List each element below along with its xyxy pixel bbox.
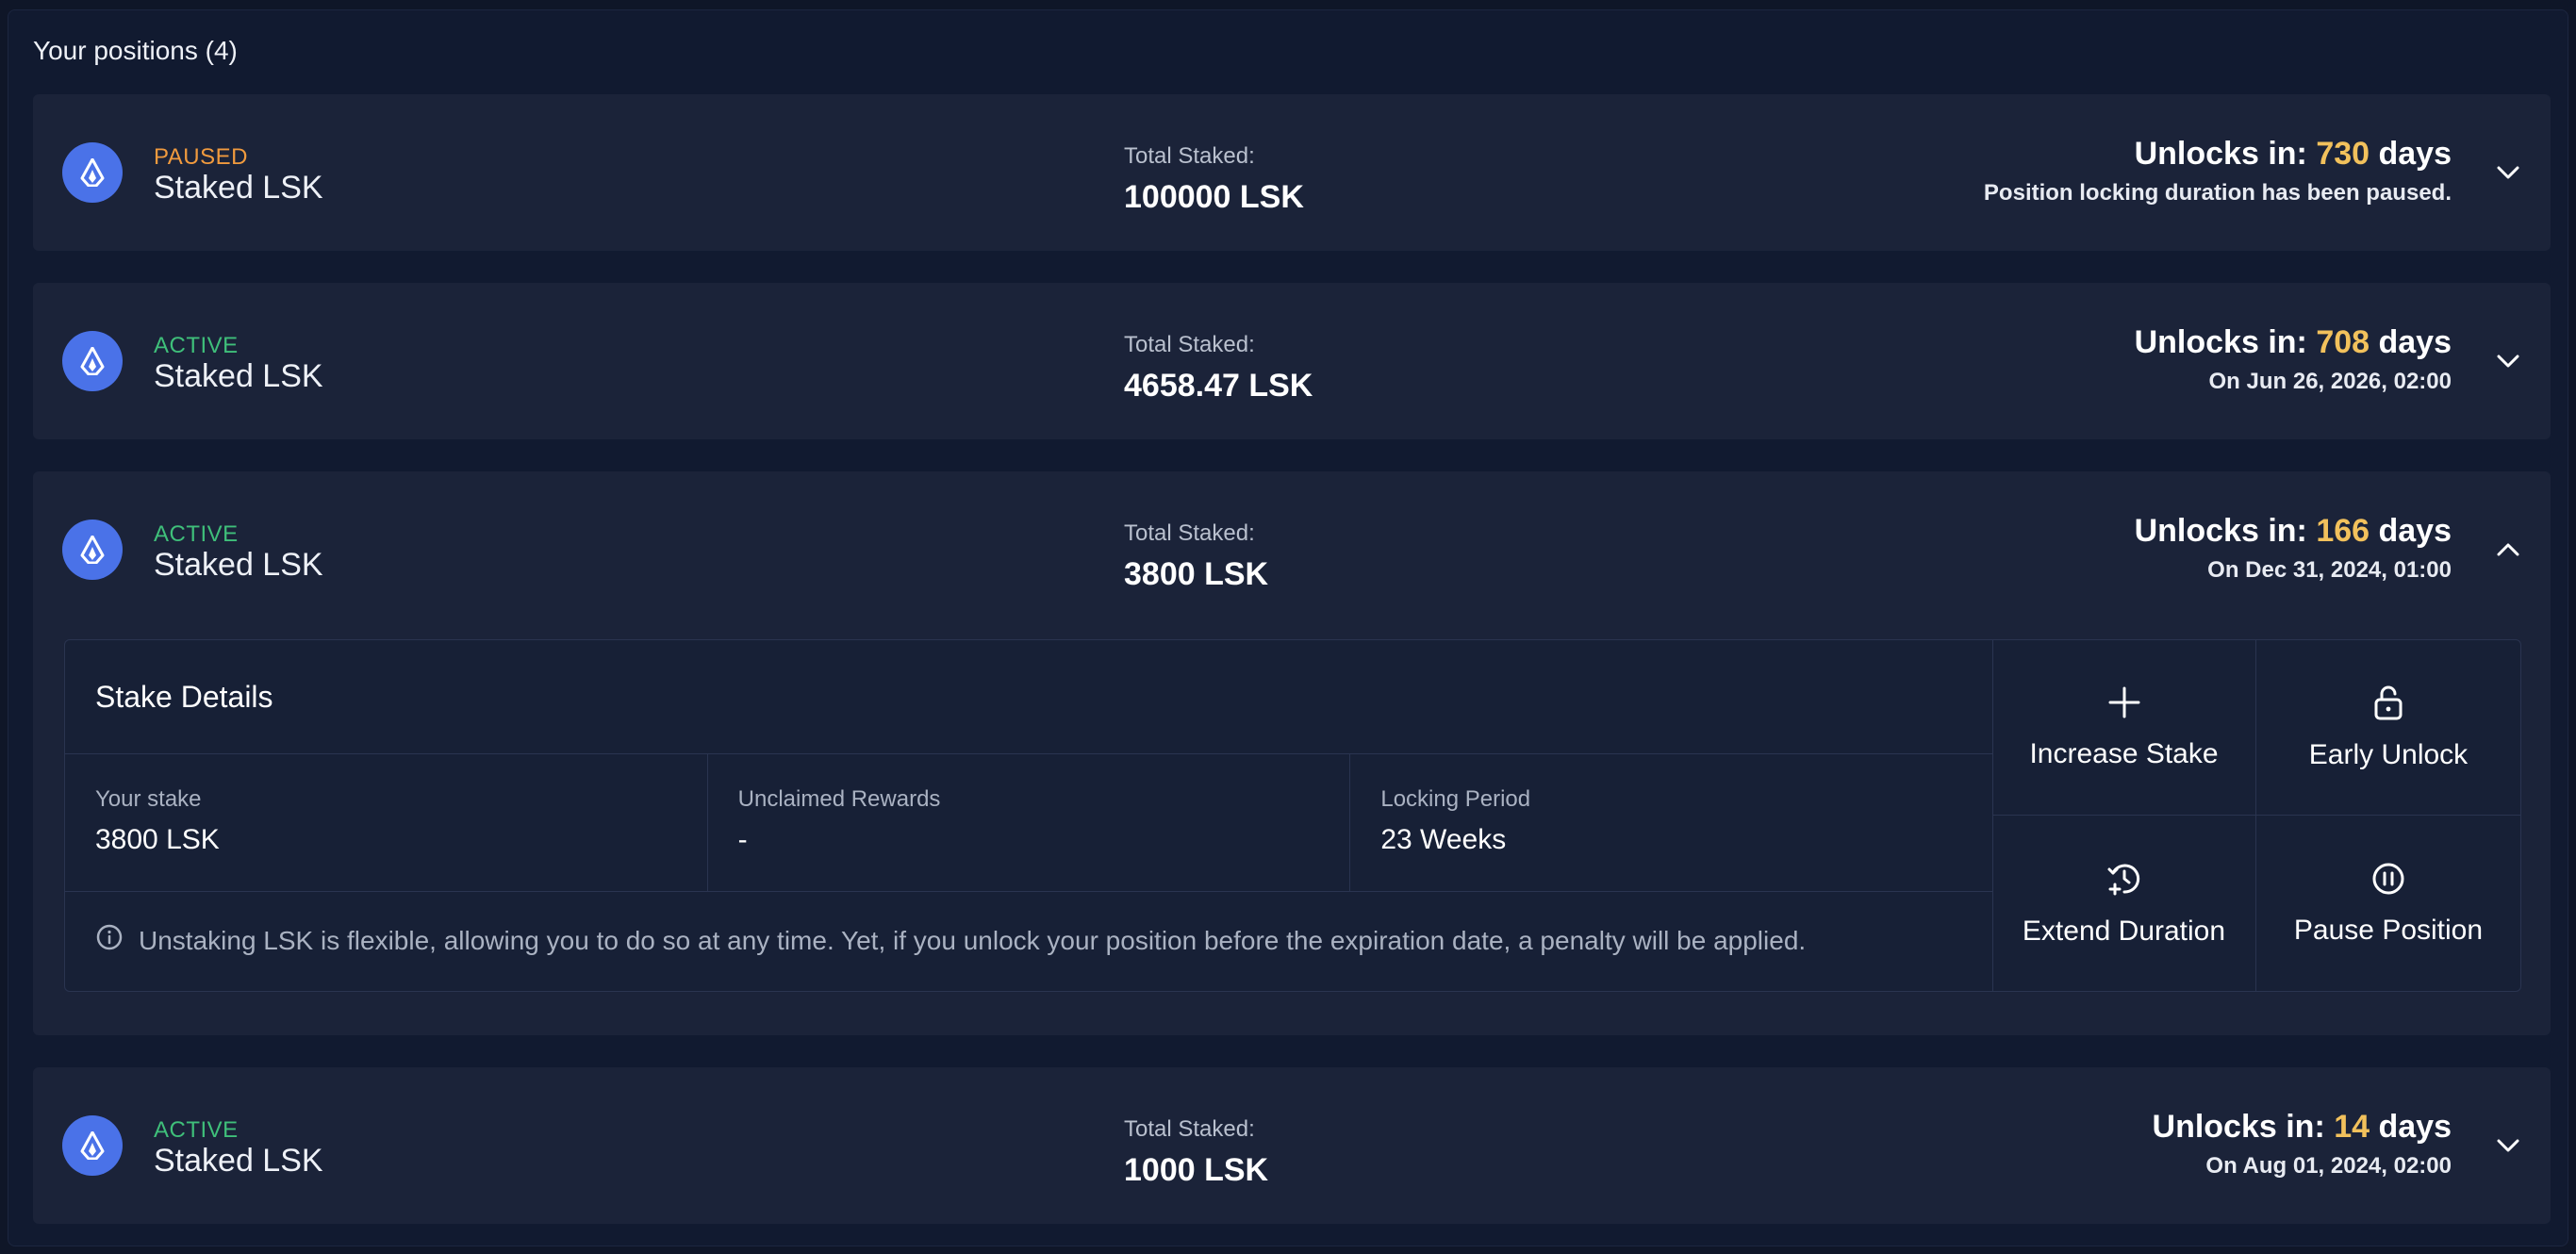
action-label: Early Unlock	[2308, 739, 2469, 770]
total-staked: Total Staked: 1000 LSK	[1124, 1116, 1501, 1189]
position-card: PAUSED Staked LSK Total Staked: 100000 L…	[33, 94, 2551, 251]
position-card: ACTIVE Staked LSK Total Staked: 1000 LSK…	[33, 1067, 2551, 1224]
detail-locking-period: Locking Period 23 Weeks	[1350, 754, 1992, 891]
unlock-subtext: Position locking duration has been pause…	[1983, 180, 2452, 206]
status-badge: ACTIVE	[154, 333, 239, 358]
position-card-expanded: ACTIVE Staked LSK Total Staked: 3800 LSK…	[33, 471, 2551, 1035]
detail-label: Your stake	[95, 786, 202, 812]
total-staked-value: 3800 LSK	[1124, 556, 1269, 592]
unlock-subtext: On Aug 01, 2024, 02:00	[2205, 1153, 2452, 1179]
unlock-info: Unlocks in: 730 days Position locking du…	[1984, 136, 2452, 206]
unlock-prefix: Unlocks in:	[2134, 136, 2307, 172]
total-staked-label: Total Staked:	[1124, 143, 1255, 169]
lisk-logo-icon	[62, 1115, 123, 1176]
unlock-suffix: days	[2378, 136, 2452, 172]
stake-actions: Increase Stake Early Unlock Extend Durat…	[1992, 640, 2520, 991]
unlock-subtext: On Jun 26, 2026, 02:00	[2208, 369, 2452, 394]
total-staked: Total Staked: 3800 LSK	[1124, 520, 1501, 593]
unlock-prefix: Unlocks in:	[2134, 324, 2307, 360]
unlock-days: 708	[2316, 324, 2370, 360]
total-staked: Total Staked: 4658.47 LSK	[1124, 332, 1501, 404]
action-label: Pause Position	[2293, 914, 2484, 946]
pause-position-button[interactable]: Pause Position	[2256, 816, 2520, 991]
stake-details-panel: Stake Details Your stake 3800 LSK Unclai…	[64, 639, 2521, 992]
action-label: Extend Duration	[2022, 915, 2226, 947]
total-staked-value: 100000 LSK	[1124, 179, 1304, 215]
unlock-subtext: On Dec 31, 2024, 01:00	[2207, 557, 2452, 583]
position-card: ACTIVE Staked LSK Total Staked: 4658.47 …	[33, 283, 2551, 439]
penalty-note: Unstaking LSK is flexible, allowing you …	[95, 923, 1806, 958]
detail-label: Locking Period	[1380, 786, 1531, 812]
unlock-prefix: Unlocks in:	[2134, 513, 2307, 549]
positions-heading: Your positions (4)	[33, 36, 238, 65]
chevron-down-icon[interactable]	[2494, 1131, 2522, 1160]
status-badge: PAUSED	[154, 144, 248, 170]
unlock-suffix: days	[2378, 1109, 2452, 1145]
unlock-prefix: Unlocks in:	[2152, 1109, 2325, 1145]
stake-details-grid: Your stake 3800 LSK Unclaimed Rewards - …	[65, 753, 1992, 892]
unlock-days: 730	[2316, 136, 2370, 172]
total-staked-value: 1000 LSK	[1124, 1152, 1269, 1188]
early-unlock-button[interactable]: Early Unlock	[2256, 640, 2520, 816]
detail-value: 3800 LSK	[95, 824, 220, 855]
stake-details-info: Stake Details Your stake 3800 LSK Unclai…	[65, 640, 1993, 991]
chevron-down-icon[interactable]	[2494, 158, 2522, 187]
detail-value: -	[737, 824, 748, 855]
unlock-info: Unlocks in: 708 days On Jun 26, 2026, 02…	[2135, 324, 2452, 395]
penalty-note-text: Unstaking LSK is flexible, allowing you …	[139, 925, 1807, 955]
unlock-info: Unlocks in: 166 days On Dec 31, 2024, 01…	[2135, 513, 2452, 584]
unlock-suffix: days	[2378, 513, 2452, 549]
total-staked-label: Total Staked:	[1124, 1116, 1255, 1142]
lisk-logo-icon	[62, 520, 123, 580]
info-icon	[95, 923, 124, 958]
chevron-up-icon[interactable]	[2494, 536, 2522, 564]
extend-duration-button[interactable]: Extend Duration	[1992, 816, 2256, 991]
position-name: Staked LSK	[154, 547, 323, 583]
unlock-days: 166	[2316, 513, 2370, 549]
lisk-logo-icon	[62, 331, 123, 391]
total-staked-label: Total Staked:	[1124, 332, 1255, 357]
pause-circle-icon	[2370, 861, 2406, 901]
position-name: Staked LSK	[154, 358, 323, 394]
detail-your-stake: Your stake 3800 LSK	[65, 754, 708, 891]
action-label: Increase Stake	[2029, 738, 2219, 769]
stake-details-title: Stake Details	[95, 680, 273, 714]
total-staked-label: Total Staked:	[1124, 520, 1255, 546]
unlock-suffix: days	[2378, 324, 2452, 360]
total-staked-value: 4658.47 LSK	[1124, 368, 1313, 404]
position-name: Staked LSK	[154, 170, 323, 206]
clock-plus-icon	[2105, 860, 2143, 902]
status-badge: ACTIVE	[154, 521, 239, 547]
increase-stake-button[interactable]: Increase Stake	[1992, 640, 2256, 816]
detail-unclaimed-rewards: Unclaimed Rewards -	[708, 754, 1351, 891]
lisk-logo-icon	[62, 142, 123, 203]
unlock-icon	[2370, 684, 2406, 726]
status-badge: ACTIVE	[154, 1117, 239, 1143]
position-name: Staked LSK	[154, 1143, 323, 1179]
detail-label: Unclaimed Rewards	[737, 786, 941, 812]
detail-value: 23 Weeks	[1380, 824, 1507, 855]
unlock-days: 14	[2334, 1109, 2370, 1145]
chevron-down-icon[interactable]	[2494, 347, 2522, 375]
total-staked: Total Staked: 100000 LSK	[1124, 143, 1501, 216]
plus-icon	[2106, 685, 2142, 725]
unlock-info: Unlocks in: 14 days On Aug 01, 2024, 02:…	[2153, 1109, 2452, 1180]
